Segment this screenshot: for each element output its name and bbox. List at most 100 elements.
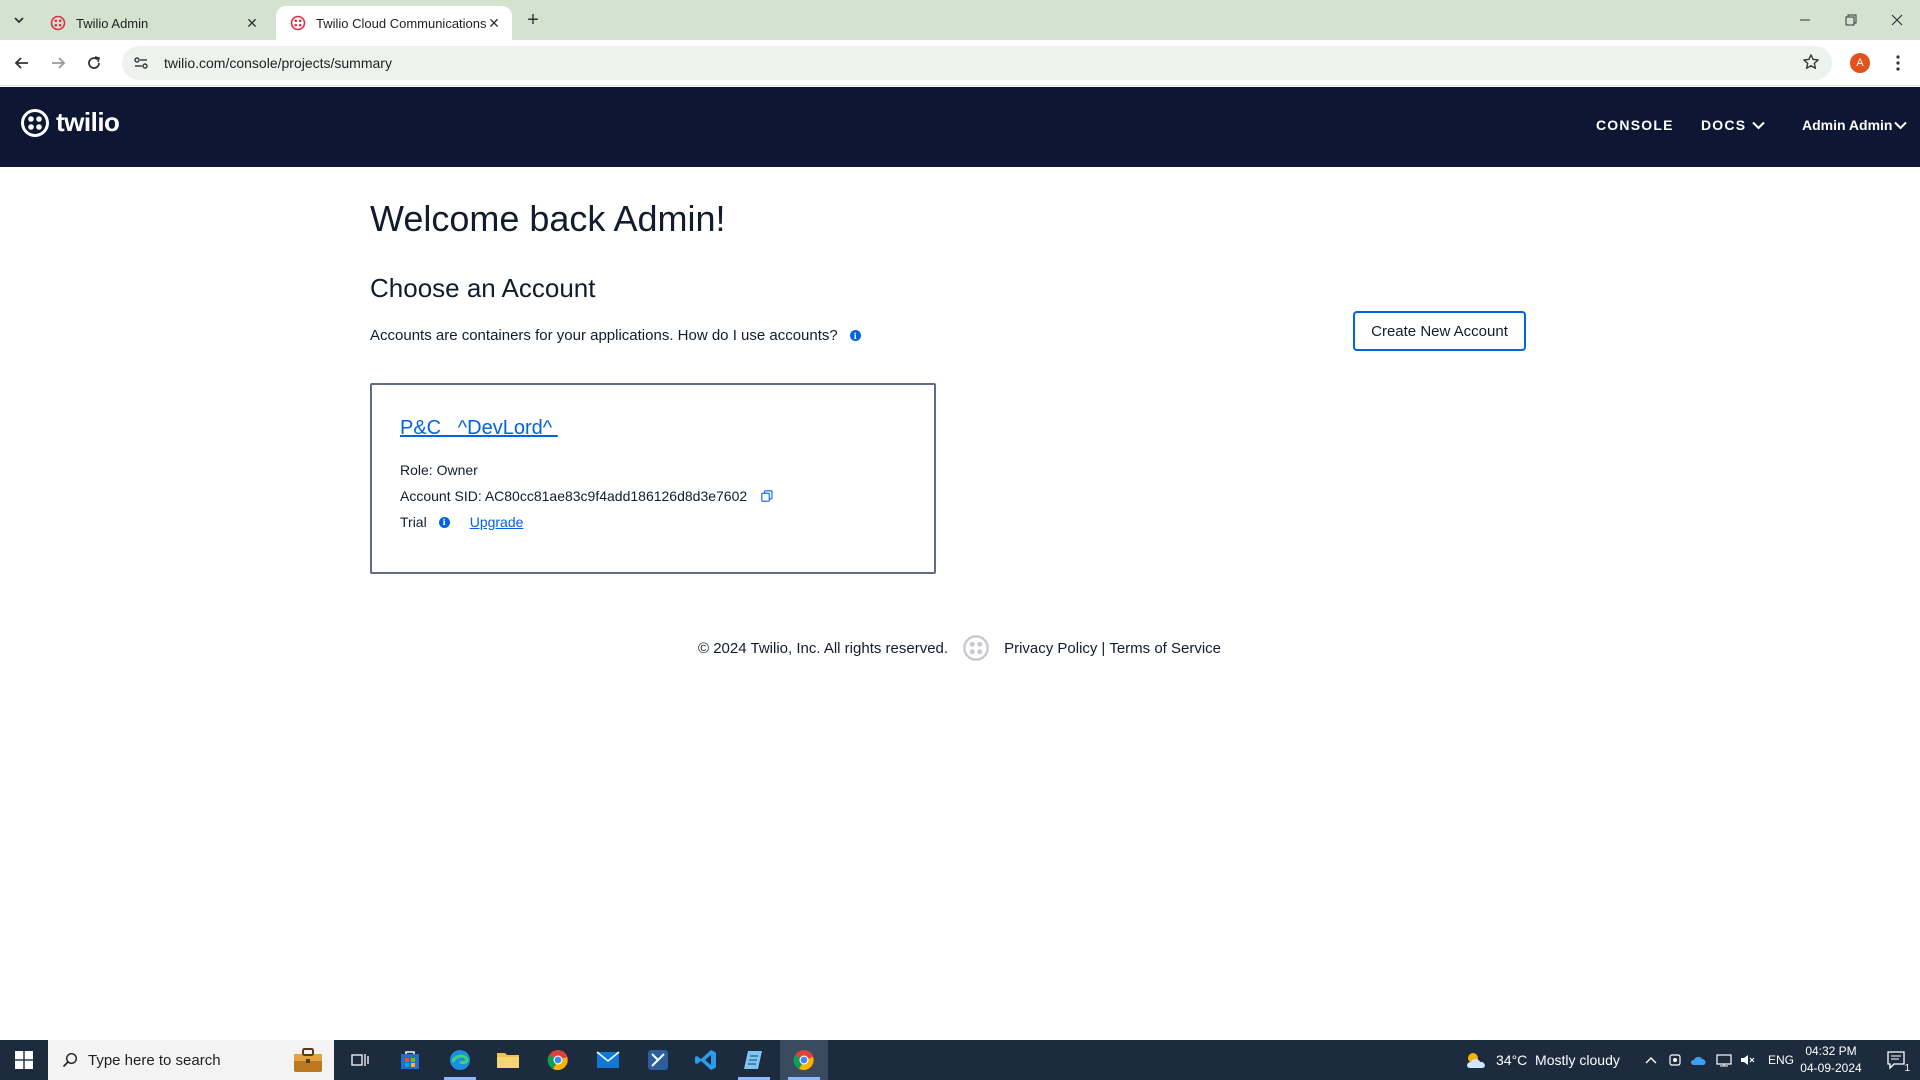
privacy-policy-link[interactable]: Privacy Policy	[1004, 640, 1097, 657]
terms-of-service-link[interactable]: Terms of Service	[1109, 640, 1221, 657]
create-new-account-button[interactable]: Create New Account	[1353, 311, 1526, 351]
twilio-logo[interactable]: twilio	[20, 107, 120, 138]
arrow-left-icon	[14, 57, 28, 69]
taskbar-clock[interactable]: 04:32 PM 04-09-2024	[1792, 1043, 1870, 1077]
account-card: P&C ^DevLord^ Role: Owner Account SID: A…	[370, 383, 936, 574]
snipping-tool-icon	[648, 1050, 668, 1070]
user-menu[interactable]: Admin Admin	[1802, 117, 1908, 133]
clock-time: 04:32 PM	[1805, 1044, 1857, 1058]
windows-taskbar: Type here to search 34°C Mostly cloudy E…	[0, 1040, 1920, 1080]
close-icon[interactable]: ✕	[244, 15, 260, 31]
search-placeholder: Type here to search	[88, 1051, 221, 1069]
restore-icon	[1845, 14, 1857, 26]
account-name-link[interactable]: P&C ^DevLord^	[400, 417, 558, 440]
briefcase-icon	[294, 1048, 322, 1072]
nav-docs-label: DOCS	[1701, 117, 1747, 133]
volume-muted-icon[interactable]	[1740, 1053, 1756, 1067]
task-view-icon	[351, 1054, 369, 1066]
account-type-text: Trial	[400, 514, 427, 530]
close-icon[interactable]: ✕	[486, 15, 502, 31]
taskbar-store[interactable]	[386, 1040, 434, 1080]
taskbar-edge[interactable]	[436, 1040, 484, 1080]
close-icon	[1891, 14, 1903, 26]
site-settings-icon[interactable]	[126, 48, 156, 78]
network-icon[interactable]	[1716, 1053, 1732, 1067]
folder-icon	[497, 1053, 519, 1068]
minimize-button[interactable]	[1782, 0, 1828, 40]
logo-text: twilio	[56, 107, 120, 137]
system-tray-icons: ENG	[1644, 1040, 1794, 1080]
taskbar-file-explorer[interactable]	[484, 1040, 532, 1080]
notification-icon	[1887, 1051, 1905, 1070]
browser-menu-button[interactable]	[1888, 50, 1908, 76]
chrome-icon	[793, 1050, 814, 1071]
edge-browser-icon	[450, 1050, 470, 1070]
nav-docs[interactable]: DOCS	[1701, 117, 1765, 133]
clock-date: 04-09-2024	[1800, 1061, 1862, 1075]
description-text: Accounts are containers for your applica…	[370, 327, 838, 344]
role-text: Role: Owner	[400, 462, 478, 478]
cloudy-weather-icon	[1467, 1053, 1485, 1068]
account-type: Trial i Upgrade	[400, 514, 523, 530]
restore-button[interactable]	[1828, 0, 1874, 40]
chevron-up-icon[interactable]	[1644, 1055, 1658, 1065]
forward-button[interactable]	[44, 49, 72, 77]
account-role: Role: Owner	[400, 462, 478, 478]
twilio-logo-icon	[963, 635, 989, 661]
footer-separator: |	[1101, 639, 1106, 657]
tab-twilio-admin[interactable]: Twilio Admin ✕	[36, 6, 270, 40]
taskbar-snipping-tool[interactable]	[634, 1040, 682, 1080]
copyright-text: © 2024 Twilio, Inc. All rights reserved.	[698, 639, 949, 657]
store-icon	[401, 1051, 419, 1069]
twilio-favicon-icon	[50, 15, 66, 31]
address-bar[interactable]: twilio.com/console/projects/summary	[122, 46, 1832, 80]
chrome-icon	[547, 1050, 568, 1071]
taskbar-search-box[interactable]: Type here to search	[48, 1040, 334, 1080]
notepad-icon	[744, 1051, 762, 1069]
taskbar-vscode[interactable]	[682, 1040, 730, 1080]
account-sid: Account SID: AC80cc81ae83c9f4add186126d8…	[400, 488, 773, 504]
url-text: twilio.com/console/projects/summary	[164, 55, 392, 71]
tab-title: Twilio Admin	[76, 15, 149, 31]
site-header: twilio CONSOLE DOCS Admin Admin	[0, 87, 1920, 167]
chevron-down-icon	[1894, 121, 1908, 129]
reload-icon	[88, 56, 100, 69]
taskbar-mail[interactable]	[584, 1040, 632, 1080]
weather-widget[interactable]: 34°C Mostly cloudy	[1464, 1040, 1620, 1080]
info-icon[interactable]: i	[849, 330, 861, 341]
language-indicator[interactable]: ENG	[1768, 1053, 1794, 1067]
chevron-down-icon	[14, 17, 24, 24]
page-title: Welcome back Admin!	[370, 198, 726, 239]
tab-search-button[interactable]	[6, 8, 32, 32]
page-footer: © 2024 Twilio, Inc. All rights reserved.…	[698, 634, 1221, 662]
nav-console[interactable]: CONSOLE	[1596, 117, 1674, 133]
sid-text: Account SID: AC80cc81ae83c9f4add186126d8…	[400, 488, 748, 504]
upgrade-link[interactable]: Upgrade	[470, 514, 524, 530]
onedrive-icon[interactable]	[1690, 1054, 1708, 1066]
taskbar-chrome-active[interactable]	[780, 1040, 828, 1080]
accounts-description: Accounts are containers for your applica…	[370, 327, 861, 344]
taskbar-notepad[interactable]	[730, 1040, 778, 1080]
chevron-down-icon	[1752, 121, 1765, 129]
mail-icon	[596, 1051, 620, 1068]
task-view-button[interactable]	[336, 1040, 384, 1080]
search-icon	[62, 1052, 78, 1068]
info-icon[interactable]: i	[438, 516, 450, 528]
start-button[interactable]	[0, 1040, 48, 1080]
more-vertical-icon	[1896, 55, 1900, 71]
new-tab-button[interactable]: +	[520, 8, 546, 32]
twilio-favicon-icon	[290, 15, 306, 31]
arrow-right-icon	[52, 57, 66, 69]
taskbar-chrome[interactable]	[534, 1040, 582, 1080]
reload-button[interactable]	[80, 49, 108, 77]
copy-icon[interactable]	[761, 490, 773, 502]
notification-center-button[interactable]: 1	[1872, 1040, 1920, 1080]
notification-count: 1	[1904, 1063, 1910, 1074]
tab-twilio-cloud[interactable]: Twilio Cloud Communications | ✕	[276, 6, 512, 40]
back-button[interactable]	[8, 49, 36, 77]
close-window-button[interactable]	[1874, 0, 1920, 40]
bookmark-star-icon[interactable]	[1802, 53, 1820, 76]
profile-avatar[interactable]: A	[1850, 53, 1870, 73]
meet-now-icon[interactable]	[1668, 1053, 1682, 1067]
user-name: Admin Admin	[1802, 117, 1893, 133]
